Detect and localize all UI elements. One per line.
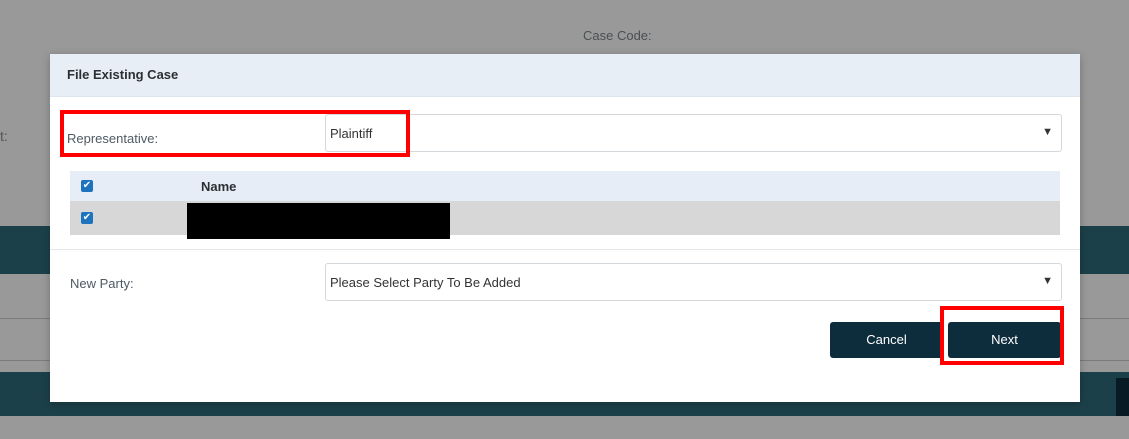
redacted-party-name (187, 203, 450, 239)
file-existing-case-dialog: File Existing Case Representative: Plain… (50, 54, 1080, 402)
dialog-header: File Existing Case (50, 54, 1080, 97)
chevron-down-icon: ▼ (1042, 126, 1053, 138)
chevron-down-icon: ▼ (1042, 275, 1053, 287)
row-checkbox[interactable]: ✔ (81, 212, 93, 224)
table-row[interactable]: ✔ (70, 201, 1060, 239)
dialog-title: File Existing Case (67, 67, 179, 82)
checkmark-icon: ✔ (82, 212, 92, 223)
representative-highlight-box (60, 110, 410, 157)
column-header-name: Name (201, 179, 237, 194)
new-party-placeholder: Please Select Party To Be Added (330, 275, 521, 290)
new-party-select[interactable]: Please Select Party To Be Added ▼ (325, 263, 1062, 301)
next-button-highlight-box (940, 306, 1064, 365)
representative-select[interactable]: Plaintiff ▼ (325, 114, 1062, 152)
party-table: ✔ Name ✔ (70, 171, 1060, 239)
section-divider (50, 249, 1080, 250)
table-header-row: ✔ Name (70, 171, 1060, 201)
new-party-label: New Party: (70, 276, 134, 291)
cancel-button[interactable]: Cancel (830, 322, 943, 358)
select-all-checkbox[interactable]: ✔ (81, 180, 93, 192)
checkmark-icon: ✔ (82, 180, 92, 191)
